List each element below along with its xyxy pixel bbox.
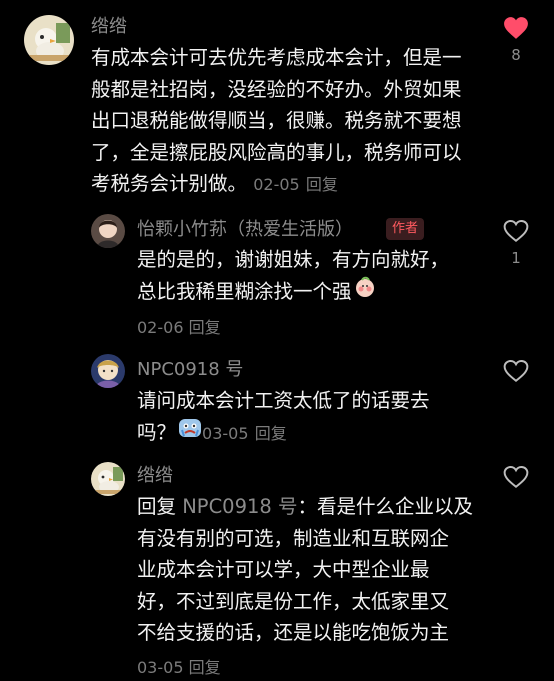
- duck-avatar-icon: [24, 15, 74, 65]
- avatar[interactable]: [91, 214, 125, 248]
- comment-item: 绺绺 有成本会计可去优先考虑成本会计，但是一 般都是社招岗，没经验的不好办。外贸…: [0, 0, 554, 200]
- avatar[interactable]: [91, 462, 125, 496]
- reply-button[interactable]: 回复: [255, 424, 287, 443]
- like-button[interactable]: 8: [496, 16, 536, 64]
- comment-line-text: 吗？: [137, 420, 177, 444]
- mention-link[interactable]: NPC0918 号: [182, 495, 297, 518]
- like-button[interactable]: 1: [496, 219, 536, 267]
- heart-outline-icon: [503, 360, 529, 382]
- duck-avatar-icon: [91, 462, 125, 496]
- user-photo-avatar-icon: [91, 214, 125, 248]
- reply-button[interactable]: 回复: [189, 318, 221, 337]
- comment-meta: 03-05 回复: [137, 654, 221, 678]
- reply-item: 怡颗小竹荪（热爱生活版） 作者 是的是的，谢谢姐妹，有方向就好， 总比我稀里糊涂…: [0, 200, 554, 345]
- comment-line-last: 考税务会计别做。 02-05 回复: [91, 168, 462, 201]
- comment-text: 回复 NPC0918 号：看是什么企业以及 有没有别的可选，制造业和互联网企 业…: [137, 491, 473, 649]
- comment-line: 请问成本会计工资太低了的话要去: [137, 389, 430, 412]
- heart-filled-icon: [504, 17, 528, 39]
- reply-prefix: 回复: [137, 495, 177, 518]
- comment-line: 有没有别的可选，制造业和互联网企: [137, 526, 450, 550]
- username[interactable]: 绺绺: [91, 16, 127, 38]
- comment-line: 业成本会计可以学，大中型企业最: [137, 558, 430, 581]
- comment-line: 好，不过到底是份工作，太低家里又: [137, 589, 450, 613]
- like-count: 1: [511, 249, 521, 267]
- avatar[interactable]: [91, 354, 125, 388]
- comment-line-last: 总比我稀里糊涂找一个强: [137, 276, 449, 308]
- username[interactable]: 绺绺: [137, 465, 173, 487]
- like-button[interactable]: [496, 359, 536, 383]
- comment-date: 03-05: [202, 423, 249, 443]
- comment-line-text: 总比我稀里糊涂找一个强: [137, 279, 352, 303]
- reply-button[interactable]: 回复: [189, 658, 221, 677]
- like-count: 8: [511, 46, 521, 64]
- shy-face-emoji-icon: [354, 276, 376, 308]
- comment-date: 03-05: [137, 658, 184, 677]
- comment-text: 有成本会计可去优先考虑成本会计，但是一 般都是社招岗，没经验的不好办。外贸如果 …: [91, 42, 462, 201]
- comment-line: 了，全是擦屁股风险高的事儿，税务师可以: [91, 140, 462, 164]
- like-button[interactable]: [496, 465, 536, 489]
- heart-outline-icon: [503, 220, 529, 242]
- comment-line-last: 吗？ 03-05 回复: [137, 417, 430, 450]
- cartoon-avatar-icon: [91, 354, 125, 388]
- comment-line: 不给支援的话，还是以能吃饱饭为主: [137, 621, 450, 644]
- comment-date: 02-06: [137, 318, 184, 337]
- reply-item: NPC0918 号 请问成本会计工资太低了的话要去 吗？ 03-05 回复: [0, 345, 554, 455]
- comment-line: 般都是社招岗，没经验的不好办。外贸如果: [91, 77, 462, 101]
- heart-outline-icon: [503, 466, 529, 488]
- comment-line-first: 回复 NPC0918 号：看是什么企业以及: [137, 491, 473, 523]
- comment-line: 有成本会计可去优先考虑成本会计，但是一: [91, 46, 462, 69]
- comment-line-text: ：看是什么企业以及: [297, 495, 474, 518]
- username[interactable]: NPC0918 号: [137, 359, 243, 381]
- reply-item: 绺绺 回复 NPC0918 号：看是什么企业以及 有没有别的可选，制造业和互联网…: [0, 455, 554, 681]
- comment-text: 是的是的，谢谢姐妹，有方向就好， 总比我稀里糊涂找一个强: [137, 244, 449, 308]
- comment-date: 02-05: [253, 175, 300, 194]
- crying-face-emoji-icon: [178, 417, 202, 449]
- reply-button[interactable]: 回复: [306, 175, 338, 194]
- author-badge: 作者: [386, 218, 425, 240]
- avatar[interactable]: [24, 15, 74, 65]
- comment-text: 请问成本会计工资太低了的话要去 吗？ 03-05 回复: [137, 385, 430, 449]
- comment-line: 出口退税能做得顺当，很赚。税务就不要想: [91, 109, 462, 132]
- comment-line: 是的是的，谢谢姐妹，有方向就好，: [137, 248, 450, 271]
- username[interactable]: 怡颗小竹荪（热爱生活版）: [137, 219, 353, 241]
- comment-line-text: 考税务会计别做。: [91, 172, 248, 195]
- comment-meta: 02-06 回复: [137, 314, 221, 338]
